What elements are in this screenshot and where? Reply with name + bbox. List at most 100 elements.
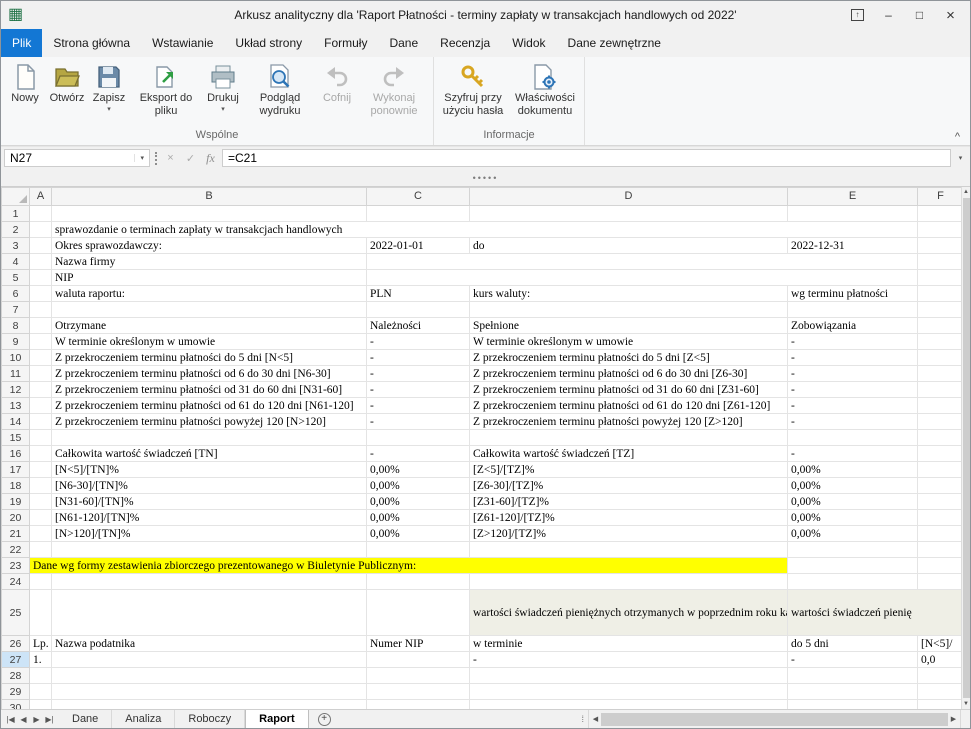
cell-A4[interactable] [30, 254, 52, 270]
cell-A23[interactable]: Dane wg formy zestawienia zbiorczego pre… [30, 558, 788, 574]
cell-D20[interactable]: [Z61-120]/[TZ]% [470, 510, 788, 526]
scroll-down-icon[interactable]: ▼ [963, 699, 969, 709]
cell-D3[interactable]: do [470, 238, 788, 254]
cell-D29[interactable] [470, 684, 788, 700]
cell-E21[interactable]: 0,00% [788, 526, 918, 542]
row-header-26[interactable]: 26 [2, 636, 30, 652]
cell-B13[interactable]: Z przekroczeniem terminu płatności od 61… [52, 398, 367, 414]
cell-A10[interactable] [30, 350, 52, 366]
row-header-15[interactable]: 15 [2, 430, 30, 446]
row-header-9[interactable]: 9 [2, 334, 30, 350]
row-header-14[interactable]: 14 [2, 414, 30, 430]
cell-D1[interactable] [470, 206, 788, 222]
cell-D18[interactable]: [Z6-30]/[TZ]% [470, 478, 788, 494]
cell-A16[interactable] [30, 446, 52, 462]
row-header-6[interactable]: 6 [2, 286, 30, 302]
cell-C13[interactable]: - [367, 398, 470, 414]
row-header-7[interactable]: 7 [2, 302, 30, 318]
cell-C26[interactable]: Numer NIP [367, 636, 470, 652]
dropdown-arrow-icon[interactable]: ▾ [107, 106, 111, 113]
cell-C14[interactable]: - [367, 414, 470, 430]
cell-A2[interactable] [30, 222, 52, 238]
sheet-tab-analiza[interactable]: Analiza [112, 710, 175, 728]
cell-E25[interactable]: wartości świadczeń pienię [788, 590, 964, 636]
vertical-scroll-thumb[interactable] [963, 198, 970, 698]
cell-A3[interactable] [30, 238, 52, 254]
cell-E22[interactable] [788, 542, 918, 558]
row-header-12[interactable]: 12 [2, 382, 30, 398]
cell-C22[interactable] [367, 542, 470, 558]
cell-E1[interactable] [788, 206, 918, 222]
cell-B19[interactable]: [N31-60]/[TN]% [52, 494, 367, 510]
ribbon-tab-dane-zewn-trzne[interactable]: Dane zewnętrzne [557, 29, 672, 57]
cell-E3[interactable]: 2022-12-31 [788, 238, 918, 254]
cell-B18[interactable]: [N6-30]/[TN]% [52, 478, 367, 494]
cell-B14[interactable]: Z przekroczeniem terminu płatności powyż… [52, 414, 367, 430]
cell-C8[interactable]: Należności [367, 318, 470, 334]
horizontal-scrollbar[interactable]: ◀ ▶ [588, 710, 960, 728]
cell-F17[interactable] [918, 462, 964, 478]
cell-B27[interactable] [52, 652, 367, 668]
first-sheet-button[interactable]: |◀ [4, 715, 17, 724]
scroll-right-icon[interactable]: ▶ [948, 715, 959, 723]
cell-A18[interactable] [30, 478, 52, 494]
ribbon-tab-widok[interactable]: Widok [501, 29, 556, 57]
cell-F7[interactable] [918, 302, 964, 318]
cell-F19[interactable] [918, 494, 964, 510]
cell-C28[interactable] [367, 668, 470, 684]
cell-E19[interactable]: 0,00% [788, 494, 918, 510]
cell-C25[interactable] [367, 590, 470, 636]
scroll-left-icon[interactable]: ◀ [590, 715, 601, 723]
cell-C5[interactable] [367, 270, 918, 286]
row-header-18[interactable]: 18 [2, 478, 30, 494]
cell-E15[interactable] [788, 430, 918, 446]
cell-F30[interactable] [918, 700, 964, 710]
ribbon-tab-uk-ad-strony[interactable]: Układ strony [224, 29, 313, 57]
row-header-5[interactable]: 5 [2, 270, 30, 286]
cell-F13[interactable] [918, 398, 964, 414]
insert-function-button[interactable]: fx [202, 151, 219, 166]
cell-F12[interactable] [918, 382, 964, 398]
row-header-11[interactable]: 11 [2, 366, 30, 382]
ribbon-tab-plik[interactable]: Plik [1, 29, 42, 57]
cell-F26[interactable]: [N<5]/ [918, 636, 964, 652]
cell-B26[interactable]: Nazwa podatnika [52, 636, 367, 652]
cell-A24[interactable] [30, 574, 52, 590]
cell-A14[interactable] [30, 414, 52, 430]
cell-C29[interactable] [367, 684, 470, 700]
cell-D11[interactable]: Z przekroczeniem terminu płatności od 6 … [470, 366, 788, 382]
cell-B30[interactable] [52, 700, 367, 710]
cell-A5[interactable] [30, 270, 52, 286]
ribbon-collapse-button[interactable]: ^ [955, 132, 960, 143]
cell-E10[interactable]: - [788, 350, 918, 366]
cell-C20[interactable]: 0,00% [367, 510, 470, 526]
row-header-29[interactable]: 29 [2, 684, 30, 700]
cell-D28[interactable] [470, 668, 788, 684]
cell-D15[interactable] [470, 430, 788, 446]
drukuj-button[interactable]: Drukuj▾ [202, 61, 244, 113]
cell-E23[interactable] [788, 558, 918, 574]
cell-E6[interactable]: wg terminu płatności [788, 286, 918, 302]
cell-B16[interactable]: Całkowita wartość świadczeń [TN] [52, 446, 367, 462]
cell-B29[interactable] [52, 684, 367, 700]
cell-B20[interactable]: [N61-120]/[TN]% [52, 510, 367, 526]
column-header-D[interactable]: D [470, 188, 788, 206]
close-button[interactable]: × [935, 3, 966, 27]
cell-A27[interactable]: 1. [30, 652, 52, 668]
column-header-C[interactable]: C [367, 188, 470, 206]
last-sheet-button[interactable]: ▶| [43, 715, 56, 724]
cell-C27[interactable] [367, 652, 470, 668]
cell-C12[interactable]: - [367, 382, 470, 398]
cell-B9[interactable]: W terminie określonym w umowie [52, 334, 367, 350]
cell-C30[interactable] [367, 700, 470, 710]
cell-E13[interactable]: - [788, 398, 918, 414]
previous-sheet-button[interactable]: ◀ [17, 715, 30, 724]
sheet-tab-roboczy[interactable]: Roboczy [175, 710, 245, 728]
ribbon-tab-dane[interactable]: Dane [378, 29, 429, 57]
formula-input[interactable]: =C21 [222, 149, 951, 167]
cell-A30[interactable] [30, 700, 52, 710]
ribbon-tab-recenzja[interactable]: Recenzja [429, 29, 501, 57]
row-header-8[interactable]: 8 [2, 318, 30, 334]
cell-F4[interactable] [918, 254, 964, 270]
cell-F10[interactable] [918, 350, 964, 366]
